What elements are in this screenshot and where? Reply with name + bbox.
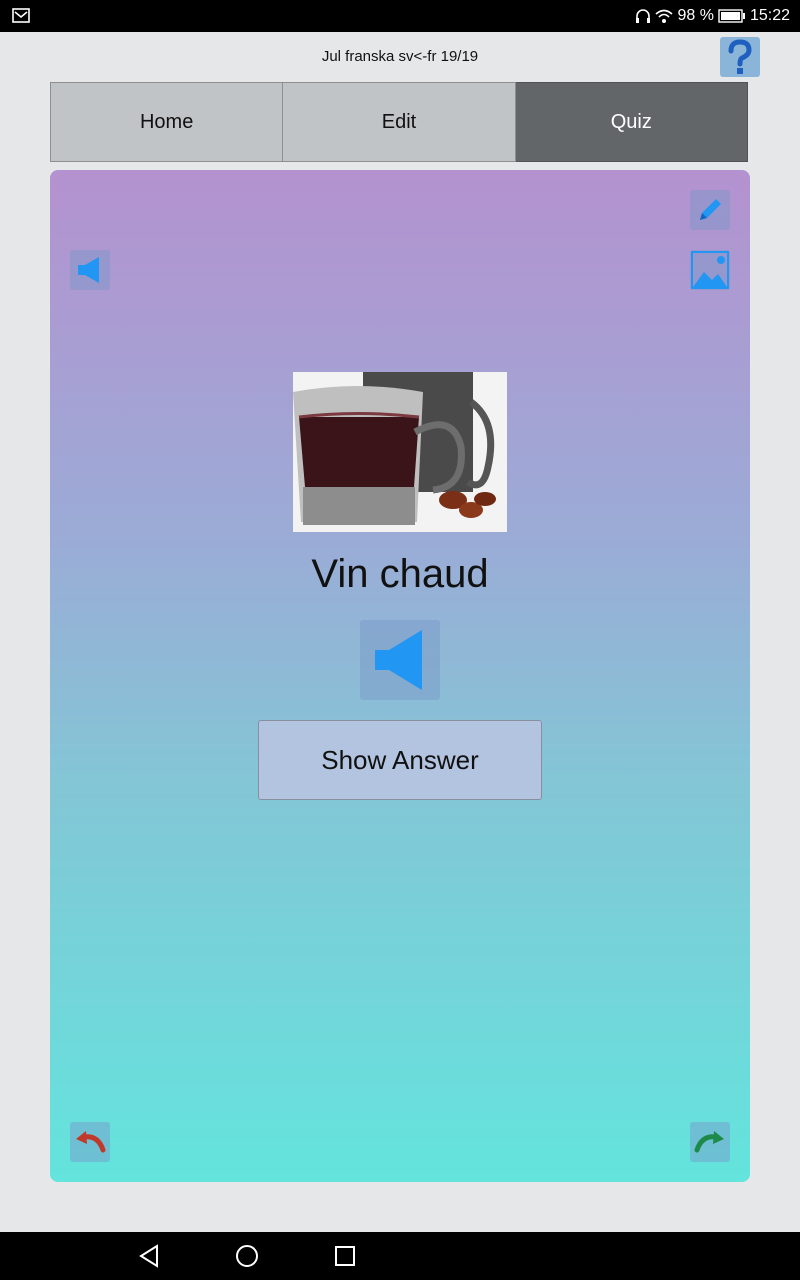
status-bar: 98 % 15:22 — [0, 0, 800, 32]
wifi-icon — [655, 9, 674, 23]
mulled-wine-photo — [293, 372, 507, 532]
card-image — [293, 372, 507, 532]
image-icon — [691, 251, 729, 289]
play-sound-top-button[interactable] — [70, 250, 110, 290]
show-answer-button[interactable]: Show Answer — [258, 720, 542, 800]
navigation-bar — [0, 1232, 800, 1280]
headphones-icon — [636, 9, 651, 23]
speaker-icon — [78, 257, 99, 283]
deck-title: Jul franska sv<-fr 19/19 — [321, 48, 479, 65]
back-triangle-icon[interactable] — [137, 1244, 161, 1268]
clock: 15:22 — [749, 7, 790, 24]
back-arrow-icon — [76, 1131, 106, 1153]
edit-button[interactable] — [690, 190, 730, 230]
forward-arrow-icon — [694, 1131, 724, 1153]
card-word: Vin chaud — [311, 552, 489, 596]
title-bar: Jul franska sv<-fr 19/19 — [0, 32, 800, 82]
next-card-button[interactable] — [690, 1122, 730, 1162]
recents-square-icon[interactable] — [333, 1244, 357, 1268]
tab-home[interactable]: Home — [50, 82, 284, 162]
home-circle-icon[interactable] — [235, 1244, 259, 1268]
battery-icon — [718, 9, 745, 23]
help-button[interactable] — [720, 37, 760, 77]
tab-bar: Home Edit Quiz — [50, 82, 748, 162]
previous-card-button[interactable] — [70, 1122, 110, 1162]
play-sound-button[interactable] — [360, 620, 440, 700]
question-mark-icon — [728, 39, 752, 74]
notification-icon — [12, 8, 30, 23]
image-button[interactable] — [690, 250, 730, 290]
speaker-icon — [375, 630, 422, 690]
tab-quiz[interactable]: Quiz — [515, 82, 748, 162]
battery-percent: 98 % — [677, 7, 714, 24]
tab-edit[interactable]: Edit — [283, 82, 516, 162]
flashcard: Vin chaud Show Answer — [50, 170, 750, 1182]
pencil-icon — [700, 199, 721, 220]
